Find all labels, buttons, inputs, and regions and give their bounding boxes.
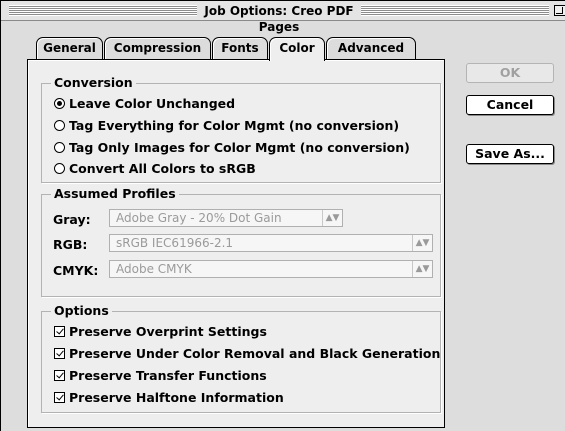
radio-label: Tag Only Images for Color Mgmt (no conve… [69,139,410,155]
cancel-button[interactable]: Cancel [466,95,554,115]
checkbox-checked[interactable] [54,325,65,337]
checkbox-preserve-transfer[interactable]: Preserve Transfer Functions [54,366,267,384]
radio-button[interactable] [54,119,65,131]
tab-fonts[interactable]: Fonts [212,37,268,60]
options-group-title: Options [51,303,112,318]
checkbox-label: Preserve Halftone Information [69,389,284,405]
title-bar[interactable]: Job Options: Creo PDF Pages [1,1,565,34]
radio-button[interactable] [54,141,65,153]
tab-advanced[interactable]: Advanced [326,37,416,60]
rgb-profile-value: sRGB IEC61966-2.1 [116,236,234,250]
conversion-group-title: Conversion [51,75,136,90]
rgb-profile-popup[interactable]: sRGB IEC61966-2.1 ▲▼ [109,234,433,252]
title-bar-stripes-left [9,5,197,16]
checkbox-checked[interactable] [54,391,65,403]
checkbox-label: Preserve Overprint Settings [69,323,267,339]
radio-label: Tag Everything for Color Mgmt (no conver… [69,117,400,133]
radio-tag-everything[interactable]: Tag Everything for Color Mgmt (no conver… [54,116,399,134]
radio-label: Convert All Colors to sRGB [69,160,256,176]
cmyk-label: CMYK: [53,263,99,278]
radio-tag-only-images[interactable]: Tag Only Images for Color Mgmt (no conve… [54,138,410,156]
ok-button[interactable]: OK [466,63,554,83]
title-bar-stripes-right [361,5,549,16]
gray-profile-popup[interactable]: Adobe Gray - 20% Dot Gain ▲▼ [109,209,343,227]
checkbox-preserve-ucr-bg[interactable]: Preserve Under Color Removal and Black G… [54,344,440,362]
rgb-label: RGB: [53,237,88,252]
gray-label: Gray: [53,212,91,227]
radio-convert-to-srgb[interactable]: Convert All Colors to sRGB [54,159,256,177]
checkbox-label: Preserve Transfer Functions [69,367,267,383]
tab-general[interactable]: General [36,37,103,60]
radio-button-selected[interactable] [54,97,65,109]
checkbox-preserve-halftone[interactable]: Preserve Halftone Information [54,388,284,406]
checkbox-preserve-overprint[interactable]: Preserve Overprint Settings [54,322,267,340]
gray-profile-value: Adobe Gray - 20% Dot Gain [116,211,282,225]
radio-leave-color-unchanged[interactable]: Leave Color Unchanged [54,94,235,112]
updown-arrows-icon: ▲▼ [412,235,432,251]
radio-label: Leave Color Unchanged [69,95,236,111]
job-options-dialog: Job Options: Creo PDF Pages General Comp… [0,0,565,431]
checkbox-checked[interactable] [54,369,65,381]
cmyk-profile-popup[interactable]: Adobe CMYK ▲▼ [109,260,433,278]
checkbox-checked[interactable] [54,347,65,359]
updown-arrows-icon: ▲▼ [412,261,432,277]
updown-arrows-icon: ▲▼ [322,210,342,226]
assumed-profiles-title: Assumed Profiles [51,186,179,201]
save-as-button[interactable]: Save As... [466,144,554,164]
cmyk-profile-value: Adobe CMYK [116,262,192,276]
checkbox-label: Preserve Under Color Removal and Black G… [69,345,441,361]
zoom-box-icon[interactable] [554,5,565,16]
window-title: Job Options: Creo PDF Pages [197,3,361,34]
radio-button[interactable] [54,162,65,174]
tab-compression[interactable]: Compression [104,37,211,60]
tab-color[interactable]: Color [269,37,325,61]
